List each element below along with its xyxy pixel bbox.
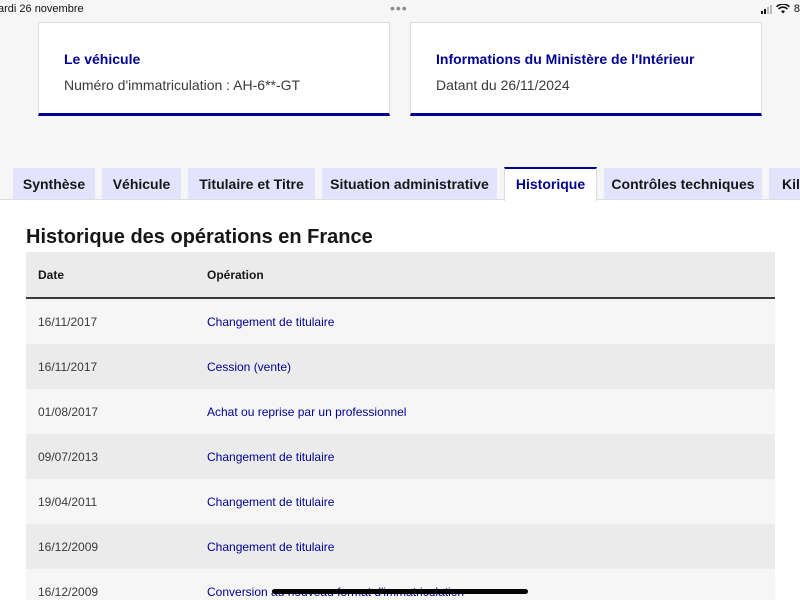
row-operation-link[interactable]: Changement de titulaire (207, 315, 334, 329)
row-date: 19/04/2011 (38, 495, 98, 509)
table-body: 16/11/2017 Changement de titulaire 16/11… (26, 299, 775, 600)
status-date: ardi 26 novembre (0, 3, 84, 15)
row-date: 16/12/2009 (38, 540, 99, 554)
table-header: Date Opération (26, 252, 775, 299)
column-header-date: Date (38, 268, 65, 282)
status-right: 8 (760, 3, 800, 15)
vehicle-card: Le véhicule Numéro d'immatriculation : A… (38, 22, 390, 116)
tab-bar: Synthèse Véhicule Titulaire et Titre Sit… (0, 167, 800, 201)
row-operation-link[interactable]: Changement de titulaire (207, 495, 334, 509)
status-bar: ardi 26 novembre ••• 8 (0, 0, 800, 18)
history-panel: Historique des opérations en France Date… (0, 199, 800, 600)
more-dots-icon[interactable]: ••• (390, 0, 408, 16)
battery-level: 8 (793, 3, 800, 15)
registration-number: Numéro d'immatriculation : AH-6**-GT (64, 77, 301, 93)
tab-synthese[interactable]: Synthèse (13, 168, 95, 200)
row-date: 16/11/2017 (38, 315, 98, 329)
row-operation-link[interactable]: Cession (vente) (207, 360, 291, 374)
column-header-operation: Opération (207, 268, 264, 282)
wifi-icon (775, 4, 790, 14)
ministry-date: Datant du 26/11/2024 (436, 77, 570, 93)
table-row: 19/04/2011 Changement de titulaire (26, 479, 775, 524)
tab-vehicule[interactable]: Véhicule (102, 168, 181, 200)
table-row: 16/12/2009 Changement de titulaire (26, 524, 775, 569)
table-row: 16/11/2017 Changement de titulaire (26, 299, 775, 344)
row-date: 16/12/2009 (38, 585, 99, 599)
tab-historique[interactable]: Historique (504, 167, 597, 201)
table-row: 09/07/2013 Changement de titulaire (26, 434, 775, 479)
tab-situation-administrative[interactable]: Situation administrative (322, 168, 497, 200)
row-date: 16/11/2017 (38, 360, 98, 374)
table-row: 01/08/2017 Achat ou reprise par un profe… (26, 389, 775, 434)
cellular-signal-icon (760, 4, 772, 14)
page-title: Historique des opérations en France (26, 226, 373, 248)
ministry-card-title: Informations du Ministère de l'Intérieur (436, 51, 695, 67)
screen: ardi 26 novembre ••• 8 Le véhicule Numér… (0, 0, 800, 600)
home-indicator[interactable] (272, 589, 528, 594)
table-row: 16/11/2017 Cession (vente) (26, 344, 775, 389)
row-operation-link[interactable]: Achat ou reprise par un professionnel (207, 405, 406, 419)
row-operation-link[interactable]: Changement de titulaire (207, 540, 334, 554)
row-date: 09/07/2013 (38, 450, 99, 464)
vehicle-card-title: Le véhicule (64, 51, 141, 67)
ministry-info-card: Informations du Ministère de l'Intérieur… (410, 22, 762, 116)
table-row: 16/12/2009 Conversion au nouveau format … (26, 569, 775, 600)
row-date: 01/08/2017 (38, 405, 99, 419)
tab-titulaire-et-titre[interactable]: Titulaire et Titre (188, 168, 315, 200)
history-table: Date Opération 16/11/2017 Changement de … (26, 252, 775, 600)
row-operation-link[interactable]: Changement de titulaire (207, 450, 334, 464)
tab-kilometrage[interactable]: Kilométrage (769, 168, 800, 200)
tab-controles-techniques[interactable]: Contrôles techniques (604, 168, 762, 200)
